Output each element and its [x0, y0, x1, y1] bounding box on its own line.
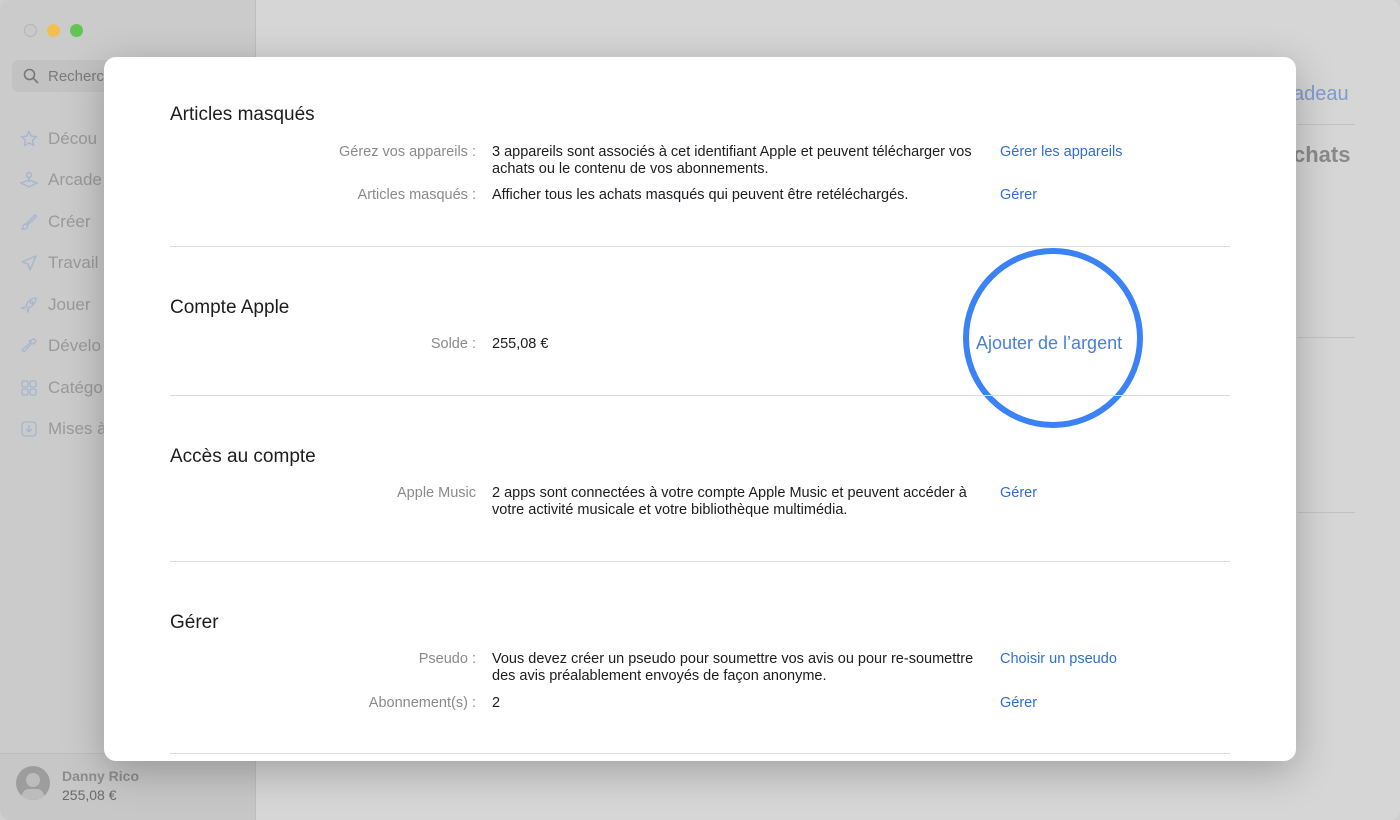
sidebar-item-discover[interactable]: Décou [18, 118, 107, 160]
hammer-icon [18, 335, 40, 357]
label-apple-music: Apple Music [397, 485, 476, 501]
joystick-icon [18, 169, 40, 191]
value-manage-devices: 3 appareils sont associés à cet identifi… [492, 144, 972, 177]
brush-icon [18, 211, 40, 233]
manage-apple-music-link[interactable]: Gérer [1000, 485, 1037, 501]
sidebar-item-play[interactable]: Jouer [18, 284, 107, 326]
value-balance: 255,08 € [492, 336, 549, 352]
divider [170, 246, 1230, 247]
sidebar-item-updates[interactable]: Mises à [18, 409, 107, 451]
search-icon [23, 68, 39, 84]
close-window-button[interactable] [24, 24, 37, 37]
label-nickname: Pseudo : [418, 651, 476, 667]
value-subscriptions: 2 [492, 695, 501, 711]
add-money-link[interactable]: Ajouter de l’argent [976, 333, 1122, 354]
background-title: chats [1293, 142, 1351, 167]
divider [170, 561, 1230, 562]
zoom-window-button[interactable] [70, 24, 83, 37]
sidebar-item-arcade[interactable]: Arcade [18, 160, 107, 202]
divider [170, 395, 1230, 396]
star-icon [18, 128, 40, 150]
value-hidden-items: Afficher tous les achats masqués qui peu… [492, 187, 909, 203]
background-link-text: adeau [1293, 83, 1349, 105]
manage-devices-link[interactable]: Gérer les appareils [1000, 144, 1123, 160]
section-title-hidden-items: Articles masqués [170, 104, 315, 125]
search-placeholder: Recherc [48, 67, 104, 85]
minimize-window-button[interactable] [47, 24, 60, 37]
sidebar-item-categories[interactable]: Catégo [18, 367, 107, 409]
sidebar-item-develop[interactable]: Dévelo [18, 326, 107, 368]
sidebar-nav: Décou Arcade Créer Travail Jouer Dévelo [18, 118, 107, 450]
label-manage-devices: Gérez vos appareils : [338, 144, 476, 160]
choose-nickname-link[interactable]: Choisir un pseudo [1000, 651, 1117, 667]
download-icon [18, 418, 40, 440]
window-controls [24, 24, 83, 37]
sidebar-item-work[interactable]: Travail [18, 243, 107, 285]
sidebar-item-label: Dévelo [48, 336, 101, 356]
account-name: Danny Rico [62, 768, 140, 784]
divider [170, 753, 1230, 754]
divider [1297, 337, 1355, 338]
manage-subscriptions-link[interactable]: Gérer [1000, 695, 1037, 711]
divider [1297, 124, 1355, 125]
avatar [16, 766, 50, 800]
section-title-account-access: Accès au compte [170, 446, 316, 467]
account-button[interactable]: Danny Rico 255,08 € [0, 753, 255, 820]
manage-hidden-items-link[interactable]: Gérer [1000, 187, 1037, 203]
divider [1297, 512, 1355, 513]
sidebar-item-create[interactable]: Créer [18, 201, 107, 243]
sidebar-item-label: Mises à [48, 419, 107, 439]
account-settings-sheet: Articles masqués Gérez vos appareils : 3… [104, 57, 1296, 761]
value-apple-music: 2 apps sont connectées à votre compte Ap… [492, 485, 967, 518]
sidebar-item-label: Travail [48, 253, 99, 273]
label-hidden-items: Articles masqués : [357, 187, 476, 203]
label-subscriptions: Abonnement(s) : [368, 695, 476, 711]
sidebar-item-label: Créer [48, 211, 91, 231]
sidebar-item-label: Décou [48, 128, 98, 148]
label-balance: Solde : [430, 336, 476, 352]
sidebar-item-label: Arcade [48, 170, 102, 190]
section-title-apple-account: Compte Apple [170, 297, 290, 318]
rocket-icon [18, 294, 40, 316]
grid-icon [18, 377, 40, 399]
value-nickname: Vous devez créer un pseudo pour soumettr… [492, 651, 974, 684]
app-store-window: Recherc Décou Arcade Créer Travail Jouer [0, 0, 1400, 820]
section-title-manage: Gérer [170, 612, 219, 633]
sidebar-item-label: Jouer [48, 294, 91, 314]
paper-plane-icon [18, 252, 40, 274]
sidebar-item-label: Catégo [48, 377, 103, 397]
account-balance: 255,08 € [62, 787, 117, 803]
